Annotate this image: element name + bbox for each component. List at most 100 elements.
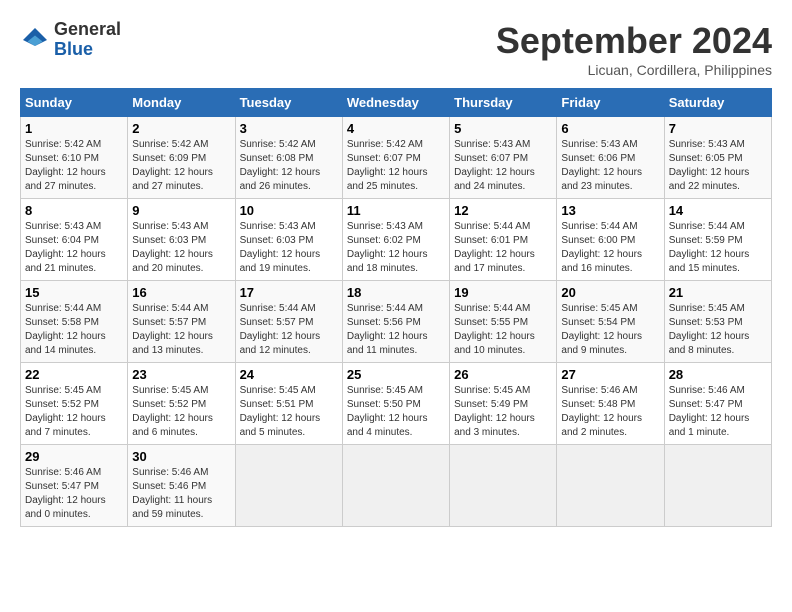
calendar-cell: 5Sunrise: 5:43 AM Sunset: 6:07 PM Daylig… (450, 117, 557, 199)
day-info: Sunrise: 5:45 AM Sunset: 5:52 PM Dayligh… (132, 384, 230, 440)
calendar-cell (664, 445, 771, 527)
calendar-cell: 20 Sunrise: 5:45 AM Sunset: 5:54 PM Dayli… (557, 281, 664, 363)
calendar-cell: 27Sunrise: 5:46 AM Sunset: 5:48 PM Dayli… (557, 363, 664, 445)
day-number: 20 (561, 285, 659, 300)
day-info: Sunrise: 5:43 AM Sunset: 6:02 PM Dayligh… (347, 220, 445, 276)
day-number: 13 (561, 203, 659, 218)
day-number: 28 (669, 367, 767, 382)
day-number: 26 (454, 367, 552, 382)
day-info: Sunrise: 5:45 AM Sunset: 5:53 PM Dayligh… (669, 302, 767, 358)
calendar-cell: 30 Sunrise: 5:46 AM Sunset: 5:46 PM Dayli… (128, 445, 235, 527)
column-header-monday: Monday (128, 89, 235, 117)
day-info: Sunrise: 5:43 AM Sunset: 6:04 PM Dayligh… (25, 220, 123, 276)
day-info: Sunrise: 5:43 AM Sunset: 6:03 PM Dayligh… (240, 220, 338, 276)
calendar-cell: 25 Sunrise: 5:45 AM Sunset: 5:50 PM Dayli… (342, 363, 449, 445)
week-row-1: 1Sunrise: 5:42 AM Sunset: 6:10 PM Daylig… (21, 117, 772, 199)
week-row-3: 15 Sunrise: 5:44 AM Sunset: 5:58 PM Dayli… (21, 281, 772, 363)
calendar-cell: 21Sunrise: 5:45 AM Sunset: 5:53 PM Dayli… (664, 281, 771, 363)
day-info: Sunrise: 5:46 AM Sunset: 5:46 PM Dayligh… (132, 466, 230, 522)
day-number: 5 (454, 121, 552, 136)
day-info: Sunrise: 5:44 AM Sunset: 5:59 PM Dayligh… (669, 220, 767, 276)
day-number: 17 (240, 285, 338, 300)
day-info: Sunrise: 5:43 AM Sunset: 6:03 PM Dayligh… (132, 220, 230, 276)
calendar-cell: 26 Sunrise: 5:45 AM Sunset: 5:49 PM Dayli… (450, 363, 557, 445)
day-number: 10 (240, 203, 338, 218)
calendar-header-row: SundayMondayTuesdayWednesdayThursdayFrid… (21, 89, 772, 117)
calendar-cell (450, 445, 557, 527)
week-row-2: 8 Sunrise: 5:43 AM Sunset: 6:04 PM Daylig… (21, 199, 772, 281)
logo-blue-text: Blue (54, 40, 121, 60)
day-info: Sunrise: 5:46 AM Sunset: 5:47 PM Dayligh… (25, 466, 123, 522)
day-info: Sunrise: 5:43 AM Sunset: 6:06 PM Dayligh… (561, 138, 659, 194)
calendar-cell: 7 Sunrise: 5:43 AM Sunset: 6:05 PM Daylig… (664, 117, 771, 199)
column-header-wednesday: Wednesday (342, 89, 449, 117)
column-header-tuesday: Tuesday (235, 89, 342, 117)
calendar-cell: 4Sunrise: 5:42 AM Sunset: 6:07 PM Daylig… (342, 117, 449, 199)
calendar-cell: 11Sunrise: 5:43 AM Sunset: 6:02 PM Dayli… (342, 199, 449, 281)
calendar-table: SundayMondayTuesdayWednesdayThursdayFrid… (20, 88, 772, 527)
day-number: 29 (25, 449, 123, 464)
day-info: Sunrise: 5:42 AM Sunset: 6:07 PM Dayligh… (347, 138, 445, 194)
day-info: Sunrise: 5:44 AM Sunset: 5:57 PM Dayligh… (240, 302, 338, 358)
day-number: 27 (561, 367, 659, 382)
day-number: 7 (669, 121, 767, 136)
day-info: Sunrise: 5:44 AM Sunset: 5:57 PM Dayligh… (132, 302, 230, 358)
day-info: Sunrise: 5:45 AM Sunset: 5:49 PM Dayligh… (454, 384, 552, 440)
calendar-cell: 24 Sunrise: 5:45 AM Sunset: 5:51 PM Dayli… (235, 363, 342, 445)
page-header: General Blue September 2024 Licuan, Cord… (20, 20, 772, 78)
column-header-thursday: Thursday (450, 89, 557, 117)
day-info: Sunrise: 5:44 AM Sunset: 5:56 PM Dayligh… (347, 302, 445, 358)
logo: General Blue (20, 20, 121, 60)
calendar-cell: 12 Sunrise: 5:44 AM Sunset: 6:01 PM Dayli… (450, 199, 557, 281)
calendar-cell: 22Sunrise: 5:45 AM Sunset: 5:52 PM Dayli… (21, 363, 128, 445)
calendar-cell: 13 Sunrise: 5:44 AM Sunset: 6:00 PM Dayli… (557, 199, 664, 281)
day-info: Sunrise: 5:44 AM Sunset: 5:55 PM Dayligh… (454, 302, 552, 358)
calendar-cell: 2Sunrise: 5:42 AM Sunset: 6:09 PM Daylig… (128, 117, 235, 199)
column-header-saturday: Saturday (664, 89, 771, 117)
calendar-cell: 28 Sunrise: 5:46 AM Sunset: 5:47 PM Dayli… (664, 363, 771, 445)
day-info: Sunrise: 5:44 AM Sunset: 6:00 PM Dayligh… (561, 220, 659, 276)
day-number: 8 (25, 203, 123, 218)
day-number: 30 (132, 449, 230, 464)
day-info: Sunrise: 5:44 AM Sunset: 5:58 PM Dayligh… (25, 302, 123, 358)
day-info: Sunrise: 5:46 AM Sunset: 5:47 PM Dayligh… (669, 384, 767, 440)
day-number: 25 (347, 367, 445, 382)
day-info: Sunrise: 5:45 AM Sunset: 5:50 PM Dayligh… (347, 384, 445, 440)
column-header-sunday: Sunday (21, 89, 128, 117)
day-number: 6 (561, 121, 659, 136)
calendar-cell (342, 445, 449, 527)
day-number: 14 (669, 203, 767, 218)
day-info: Sunrise: 5:43 AM Sunset: 6:05 PM Dayligh… (669, 138, 767, 194)
day-number: 23 (132, 367, 230, 382)
calendar-cell: 16 Sunrise: 5:44 AM Sunset: 5:57 PM Dayli… (128, 281, 235, 363)
calendar-cell: 15 Sunrise: 5:44 AM Sunset: 5:58 PM Dayli… (21, 281, 128, 363)
calendar-cell: 8 Sunrise: 5:43 AM Sunset: 6:04 PM Daylig… (21, 199, 128, 281)
day-number: 18 (347, 285, 445, 300)
day-number: 2 (132, 121, 230, 136)
calendar-cell: 10 Sunrise: 5:43 AM Sunset: 6:03 PM Dayli… (235, 199, 342, 281)
calendar-cell: 29 Sunrise: 5:46 AM Sunset: 5:47 PM Dayli… (21, 445, 128, 527)
column-header-friday: Friday (557, 89, 664, 117)
calendar-cell: 6 Sunrise: 5:43 AM Sunset: 6:06 PM Daylig… (557, 117, 664, 199)
location-text: Licuan, Cordillera, Philippines (496, 62, 772, 78)
day-info: Sunrise: 5:42 AM Sunset: 6:08 PM Dayligh… (240, 138, 338, 194)
day-number: 15 (25, 285, 123, 300)
day-number: 9 (132, 203, 230, 218)
calendar-cell: 23 Sunrise: 5:45 AM Sunset: 5:52 PM Dayli… (128, 363, 235, 445)
day-info: Sunrise: 5:45 AM Sunset: 5:54 PM Dayligh… (561, 302, 659, 358)
month-title: September 2024 (496, 20, 772, 62)
week-row-4: 22Sunrise: 5:45 AM Sunset: 5:52 PM Dayli… (21, 363, 772, 445)
day-info: Sunrise: 5:45 AM Sunset: 5:52 PM Dayligh… (25, 384, 123, 440)
logo-general-text: General (54, 20, 121, 40)
calendar-cell: 19Sunrise: 5:44 AM Sunset: 5:55 PM Dayli… (450, 281, 557, 363)
day-number: 12 (454, 203, 552, 218)
calendar-cell: 1Sunrise: 5:42 AM Sunset: 6:10 PM Daylig… (21, 117, 128, 199)
day-number: 16 (132, 285, 230, 300)
day-info: Sunrise: 5:45 AM Sunset: 5:51 PM Dayligh… (240, 384, 338, 440)
calendar-cell: 14 Sunrise: 5:44 AM Sunset: 5:59 PM Dayli… (664, 199, 771, 281)
calendar-cell: 17 Sunrise: 5:44 AM Sunset: 5:57 PM Dayli… (235, 281, 342, 363)
calendar-cell (557, 445, 664, 527)
day-number: 24 (240, 367, 338, 382)
day-info: Sunrise: 5:44 AM Sunset: 6:01 PM Dayligh… (454, 220, 552, 276)
week-row-5: 29 Sunrise: 5:46 AM Sunset: 5:47 PM Dayli… (21, 445, 772, 527)
